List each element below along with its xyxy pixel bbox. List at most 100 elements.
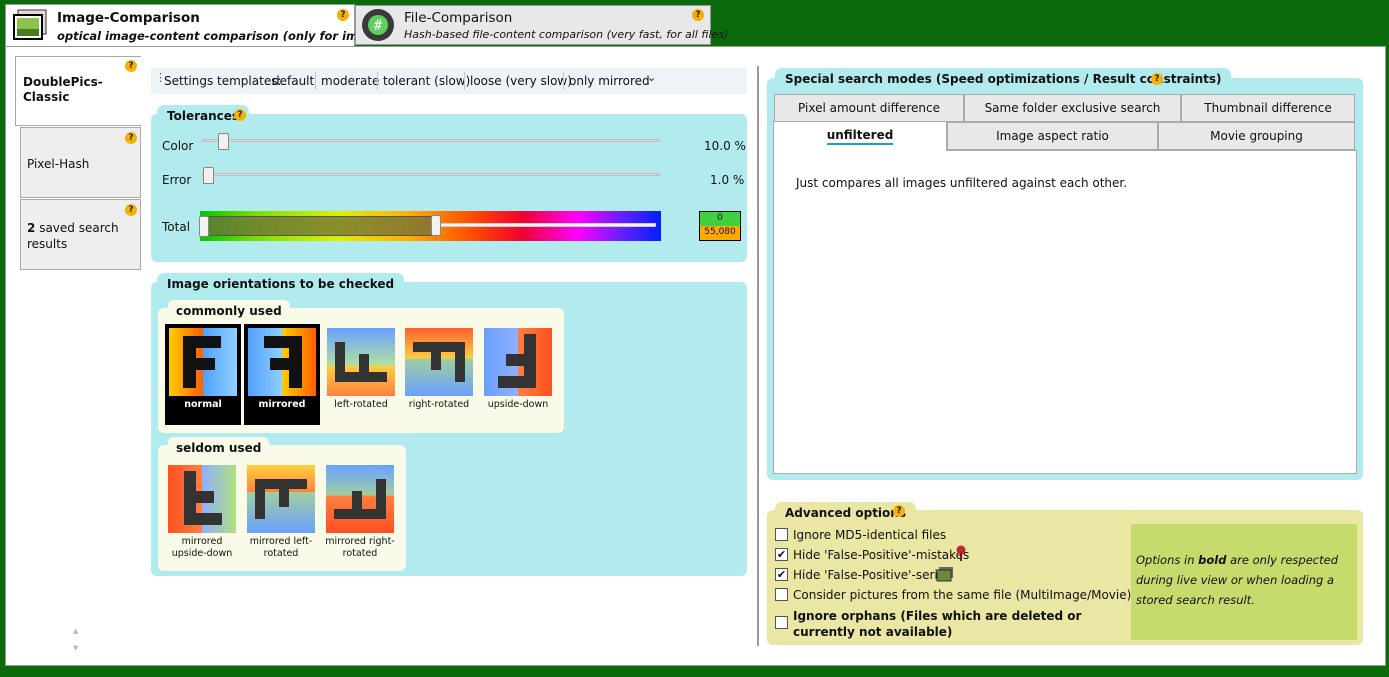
special-content: [773, 150, 1357, 474]
error-value: 1.0 %: [710, 173, 745, 187]
total-spectrum-bar[interactable]: [199, 211, 661, 241]
sidetab-doublepics-classic[interactable]: DoublePics-Classic: [15, 56, 141, 126]
color-value: 10.0 %: [704, 139, 746, 153]
orientation-mirrored-left-rotated-image: [247, 465, 315, 533]
note-bold: bold: [1198, 553, 1227, 567]
orientation-label: left-rotated: [334, 399, 388, 410]
sidetab-label: DoublePics-Classic: [23, 75, 103, 104]
advanced-options-title: Advanced options: [785, 506, 906, 520]
tab-image-comparison[interactable]: Image-Comparison optical image-content c…: [5, 4, 394, 47]
tab-thumbnail-difference[interactable]: Thumbnail difference: [1181, 94, 1355, 122]
tab-subtitle: optical image-content comparison (only f…: [57, 29, 394, 43]
more-templates-icon[interactable]: ⌄: [647, 71, 656, 84]
total-range-line: [436, 223, 656, 227]
orientation-left-rotated[interactable]: left-rotated: [323, 324, 399, 425]
checkbox-hide-fp-mistakes[interactable]: ✔: [775, 548, 788, 561]
help-icon[interactable]: ?: [893, 505, 905, 517]
orientation-normal-image: [169, 328, 237, 396]
pin-icon: [955, 545, 967, 564]
total-value-box: 0 55,080: [699, 211, 741, 241]
image-series-icon: [936, 566, 954, 585]
orientation-mirrored-upside-down-image: [168, 465, 236, 533]
total-max: 55,080: [700, 226, 740, 240]
sidetab-saved-results[interactable]: 2 saved search results: [20, 199, 141, 270]
orientation-mirrored-left-rotated[interactable]: mirrored left-rotated: [243, 461, 319, 565]
total-thumb-left[interactable]: [199, 216, 209, 237]
tab-unfiltered-label: unfiltered: [826, 128, 894, 145]
orientation-label: normal: [184, 399, 222, 410]
special-description: Just compares all images unfiltered agai…: [796, 176, 1128, 190]
orientation-left-rotated-image: [327, 328, 395, 396]
splitter[interactable]: [757, 66, 759, 646]
label-hide-fp-mistakes: Hide 'False-Positive'-mistakes: [793, 548, 970, 562]
tab-title: File-Comparison: [404, 10, 513, 26]
sidetab-label: Pixel-Hash: [27, 157, 90, 171]
orientation-mirrored-right-rotated-image: [326, 465, 394, 533]
orientation-label: upside-down: [487, 399, 549, 410]
template-only-mirrored[interactable]: only mirrored: [569, 74, 650, 88]
svg-text:#: #: [374, 18, 383, 34]
template-moderate[interactable]: moderate: [321, 74, 379, 88]
help-icon[interactable]: ?: [1151, 73, 1163, 85]
error-slider-track[interactable]: [202, 173, 660, 176]
help-icon[interactable]: ?: [125, 132, 137, 144]
error-label: Error: [162, 173, 192, 187]
help-icon[interactable]: ?: [337, 9, 349, 21]
label-ignore-orphans: Ignore orphans (Files which are deleted …: [793, 609, 1082, 639]
template-loose[interactable]: loose (very slow): [470, 74, 572, 88]
label-same-file: Consider pictures from the same file (Mu…: [793, 588, 1132, 602]
templates-label: Settings templates:: [164, 74, 282, 88]
help-icon[interactable]: ?: [234, 109, 246, 121]
sidetab-pixel-hash[interactable]: Pixel-Hash: [20, 127, 141, 198]
checkbox-ignore-md5[interactable]: [775, 528, 788, 541]
image-comparison-icon: [12, 9, 48, 43]
settings-templates-bar: ⋮ Settings templates: default moderate t…: [151, 68, 747, 94]
color-slider-track[interactable]: [202, 139, 660, 142]
tab-unfiltered[interactable]: unfiltered: [773, 121, 947, 151]
orientation-label: mirrored upside-down: [171, 536, 233, 559]
template-default[interactable]: default: [272, 74, 314, 88]
orientation-mirrored-image: [248, 328, 316, 396]
orientation-label: mirrored left-rotated: [249, 536, 313, 559]
orientations-header: Image orientations to be checked: [157, 273, 405, 295]
total-range-selection[interactable]: [204, 216, 436, 236]
tab-file-comparison[interactable]: # File-Comparison Hash-based file-conten…: [355, 5, 728, 45]
tab-same-folder[interactable]: Same folder exclusive search: [964, 94, 1181, 122]
color-label: Color: [162, 139, 194, 153]
scroll-down-icon[interactable]: ▼: [73, 644, 78, 652]
error-slider-thumb[interactable]: [203, 167, 215, 184]
total-min: 0: [700, 212, 740, 226]
file-comparison-icon: #: [361, 8, 395, 42]
color-slider-thumb[interactable]: [217, 133, 229, 150]
help-icon[interactable]: ?: [125, 204, 137, 216]
checkbox-ignore-orphans[interactable]: [775, 616, 788, 629]
orientations-title: Image orientations to be checked: [167, 277, 395, 291]
orientation-upside-down-image: [484, 328, 552, 396]
orientation-right-rotated[interactable]: right-rotated: [401, 324, 477, 425]
tab-pixel-amount-difference[interactable]: Pixel amount difference: [774, 94, 964, 122]
orientation-mirrored-right-rotated[interactable]: mirrored right-rotated: [322, 461, 398, 565]
tab-movie-grouping[interactable]: Movie grouping: [1158, 122, 1355, 150]
help-icon[interactable]: ?: [692, 9, 704, 21]
checkbox-same-file[interactable]: [775, 588, 788, 601]
label-hide-fp-series: Hide 'False-Positive'-series: [793, 568, 952, 582]
saved-count: 2: [27, 221, 36, 235]
orientation-label: mirrored right-rotated: [325, 536, 395, 559]
template-tolerant[interactable]: tolerant (slow): [383, 74, 470, 88]
tab-image-aspect-ratio[interactable]: Image aspect ratio: [947, 122, 1158, 150]
checkbox-hide-fp-series[interactable]: ✔: [775, 568, 788, 581]
orientation-mirrored[interactable]: mirrored: [244, 324, 320, 425]
tolerances-title: Tolerances: [167, 109, 240, 123]
help-icon[interactable]: ?: [125, 60, 137, 72]
tab-title: Image-Comparison: [57, 10, 200, 26]
seldom-header: seldom used: [168, 437, 270, 457]
label-ignore-md5: Ignore MD5-identical files: [793, 528, 947, 542]
orientation-mirrored-upside-down[interactable]: mirrored upside-down: [164, 461, 240, 565]
special-search-header: Special search modes (Speed optimization…: [775, 68, 1232, 90]
orientation-label: right-rotated: [408, 399, 470, 410]
total-thumb-right[interactable]: [431, 215, 441, 236]
orientation-normal[interactable]: normal: [165, 324, 241, 425]
orientation-upside-down[interactable]: upside-down: [480, 324, 556, 425]
scroll-up-icon[interactable]: ▲: [73, 627, 78, 635]
tab-subtitle: Hash-based file-content comparison (very…: [404, 28, 729, 41]
